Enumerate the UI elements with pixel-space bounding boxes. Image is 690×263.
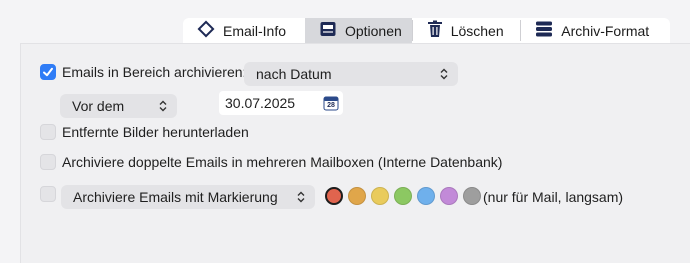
flag-archive-row (40, 186, 62, 202)
chevron-updown-icon (159, 100, 167, 112)
date-value: 30.07.2025 (225, 95, 296, 111)
database-icon (535, 20, 553, 41)
remove-images-checkbox[interactable] (40, 124, 56, 140)
chevron-updown-icon (440, 68, 448, 80)
diamond-icon (197, 20, 215, 41)
tab-label: Email-Info (223, 22, 287, 39)
trash-icon (427, 20, 443, 41)
tab-loeschen[interactable]: Löschen (413, 18, 521, 43)
flag-archive-note: (nur für Mail, langsam) (483, 189, 624, 205)
tab-label: Archiv-Format (561, 22, 650, 39)
archive-range-checkbox[interactable] (40, 64, 56, 80)
tab-optionen[interactable]: Optionen (304, 18, 412, 43)
remove-images-row: Entfernte Bilder herunterladen (40, 124, 249, 140)
remove-images-label: Entfernte Bilder herunterladen (62, 124, 249, 140)
select-value: Vor dem (72, 98, 125, 114)
flag-archive-checkbox[interactable] (40, 186, 56, 202)
calendar-icon[interactable]: 28 (323, 95, 339, 111)
duplicates-label: Archiviere doppelte Emails in mehreren M… (62, 154, 503, 170)
flag-color-swatch[interactable] (440, 187, 458, 205)
archive-range-select[interactable]: nach Datum (244, 62, 458, 86)
tab-label: Optionen (344, 22, 402, 39)
flag-color-swatch[interactable] (463, 187, 481, 205)
tab-archiv-format[interactable]: Archiv-Format (521, 18, 670, 43)
duplicates-checkbox[interactable] (40, 154, 56, 170)
flag-archive-select[interactable]: Archiviere Emails mit Markierung (61, 185, 315, 209)
flag-color-swatch[interactable] (325, 187, 343, 205)
archive-range-row: Emails in Bereich archivieren: (40, 64, 246, 80)
flag-color-swatch[interactable] (348, 187, 366, 205)
flag-color-swatch[interactable] (417, 187, 435, 205)
flag-color-swatches (325, 187, 481, 205)
tab-bar: Email-Info Optionen Löschen Archiv-Forma… (183, 18, 670, 43)
archive-range-label: Emails in Bereich archivieren: (62, 64, 247, 80)
tab-label: Löschen (450, 22, 504, 39)
select-value: nach Datum (256, 66, 332, 82)
select-value: Archiviere Emails mit Markierung (73, 189, 278, 205)
calendar-day: 28 (327, 102, 335, 109)
flag-color-swatch[interactable] (394, 187, 412, 205)
chevron-updown-icon (297, 191, 305, 203)
flag-color-swatch[interactable] (371, 187, 389, 205)
duplicates-row: Archiviere doppelte Emails in mehreren M… (40, 154, 502, 170)
checkmark-icon (43, 67, 53, 77)
tab-email-info[interactable]: Email-Info (183, 18, 305, 43)
window-icon (319, 20, 337, 41)
date-mode-select[interactable]: Vor dem (60, 94, 177, 118)
date-field[interactable]: 30.07.2025 28 (219, 91, 343, 115)
